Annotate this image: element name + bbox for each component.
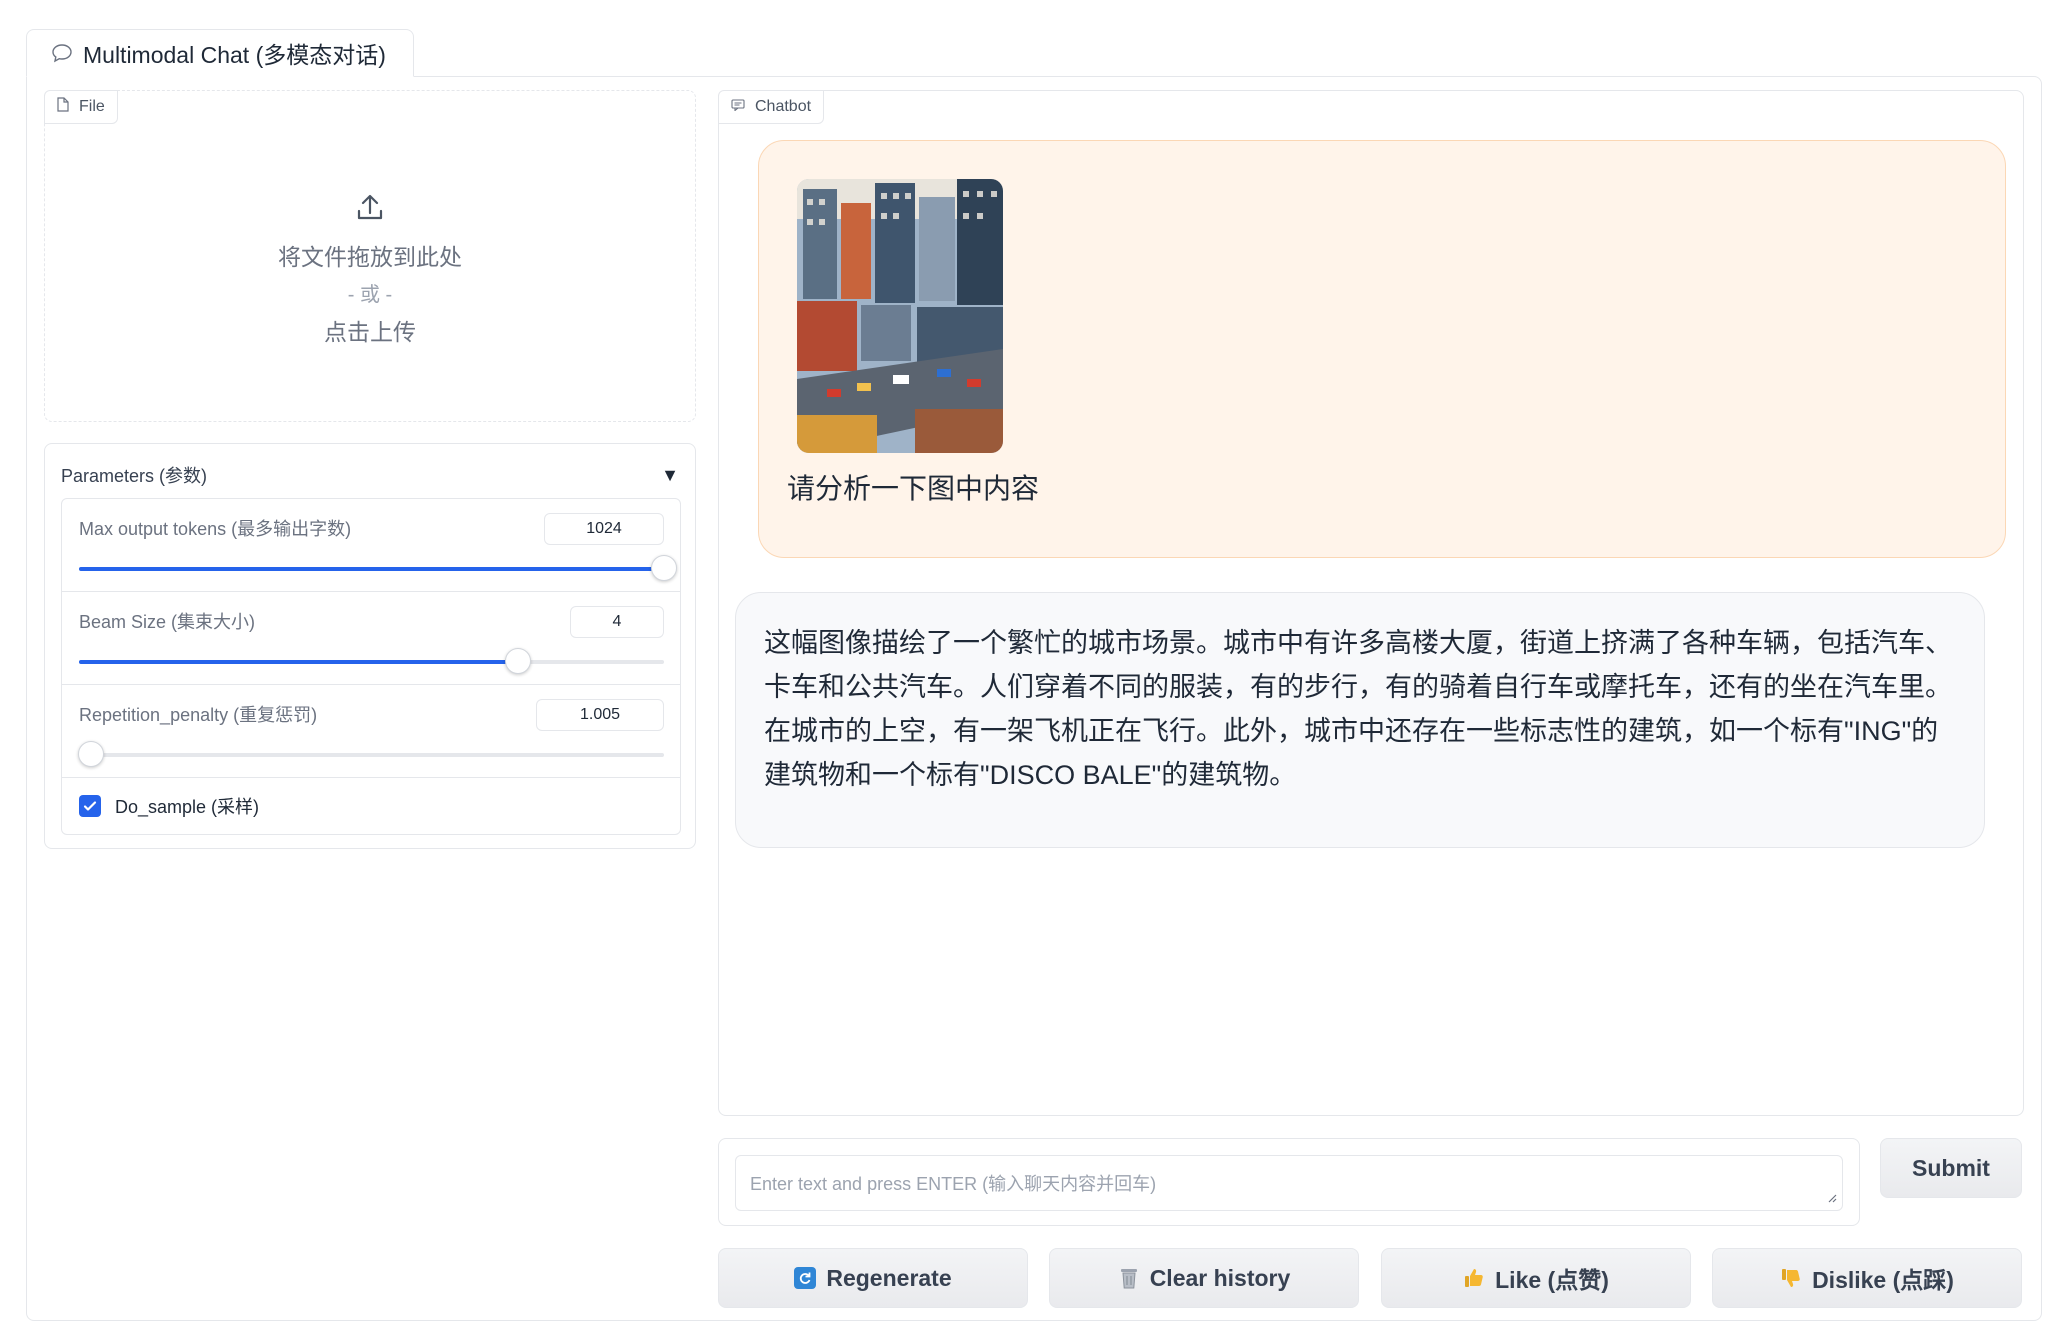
submit-button[interactable]: Submit: [1880, 1138, 2022, 1198]
chat-icon: [731, 98, 745, 116]
do-sample-checkbox[interactable]: [79, 795, 101, 817]
chat-bubble-icon: [51, 43, 73, 63]
max-tokens-number-input[interactable]: 1024: [544, 513, 664, 545]
file-block-label: File: [44, 90, 118, 124]
trash-icon: [1118, 1266, 1140, 1290]
clear-history-label: Clear history: [1149, 1264, 1291, 1291]
upload-icon: [354, 191, 386, 228]
click-upload-text: 点击上传: [324, 319, 416, 345]
dislike-button[interactable]: Dislike (点踩): [1712, 1248, 2022, 1308]
beam-size-slider-row: Beam Size (集束大小) 4: [62, 592, 680, 685]
thumbs-down-icon: [1780, 1267, 1802, 1289]
beam-size-number-input[interactable]: 4: [570, 606, 664, 638]
beam-size-slider-fill: [79, 660, 518, 664]
chatbot-label: Chatbot: [755, 98, 812, 115]
upload-prompt[interactable]: 将文件拖放到此处 - 或 - 点击上传: [45, 191, 695, 347]
max-tokens-slider-fill: [79, 567, 664, 571]
parameters-header[interactable]: Parameters (参数) ▼: [61, 460, 679, 490]
submit-label: Submit: [1912, 1154, 1990, 1181]
max-tokens-label: Max output tokens (最多输出字数): [79, 519, 352, 539]
drop-text: 将文件拖放到此处: [278, 244, 462, 270]
parameters-title: Parameters (参数): [61, 466, 208, 486]
dislike-label: Dislike (点踩): [1812, 1267, 1954, 1293]
max-tokens-slider-thumb[interactable]: [651, 555, 677, 581]
chat-input[interactable]: Enter text and press ENTER (输入聊天内容并回车): [735, 1155, 1843, 1211]
or-text: - 或 -: [347, 284, 393, 306]
tab-multimodal-chat[interactable]: Multimodal Chat (多模态对话): [26, 29, 414, 77]
beam-size-label: Beam Size (集束大小): [79, 612, 256, 632]
user-message: 请分析一下图中内容: [758, 140, 2006, 558]
like-label: Like (点赞): [1495, 1267, 1609, 1293]
user-uploaded-image[interactable]: [797, 179, 1003, 453]
regenerate-label: Regenerate: [826, 1264, 952, 1291]
city-illustration-graphic: [797, 179, 1003, 453]
bot-message: 这幅图像描绘了一个繁忙的城市场景。城市中有许多高楼大厦，街道上挤满了各种车辆，包…: [735, 592, 1985, 848]
max-tokens-slider[interactable]: [79, 555, 677, 581]
repetition-penalty-label: Repetition_penalty (重复惩罚): [79, 705, 318, 725]
file-label: File: [79, 98, 105, 115]
thumbs-up-icon: [1463, 1267, 1485, 1289]
max-tokens-slider-row: Max output tokens (最多输出字数) 1024: [62, 499, 680, 592]
beam-size-slider-thumb[interactable]: [504, 648, 531, 674]
do-sample-row: Do_sample (采样): [62, 778, 680, 834]
file-upload-dropzone[interactable]: 将文件拖放到此处 - 或 - 点击上传: [44, 90, 696, 422]
repetition-penalty-slider[interactable]: [77, 741, 664, 767]
chatbot-block-label: Chatbot: [718, 90, 825, 124]
parameters-group: Max output tokens (最多输出字数) 1024 Beam Siz…: [61, 498, 681, 835]
beam-size-slider[interactable]: [79, 648, 664, 674]
like-button[interactable]: Like (点赞): [1381, 1248, 1691, 1308]
do-sample-label: Do_sample (采样): [115, 797, 260, 817]
regenerate-button[interactable]: Regenerate: [718, 1248, 1028, 1308]
user-message-text: 请分析一下图中内容: [787, 473, 1040, 504]
tab-label: Multimodal Chat (多模态对话): [83, 42, 386, 68]
repetition-penalty-slider-thumb[interactable]: [77, 741, 104, 767]
refresh-icon: [794, 1267, 817, 1289]
repetition-penalty-number-input[interactable]: 1.005: [536, 699, 664, 731]
input-container: Enter text and press ENTER (输入聊天内容并回车): [718, 1138, 1860, 1226]
file-icon: [57, 97, 69, 117]
collapse-caret-icon[interactable]: ▼: [661, 465, 679, 486]
parameters-accordion: Parameters (参数) ▼ Max output tokens (最多输…: [44, 443, 696, 849]
repetition-penalty-slider-row: Repetition_penalty (重复惩罚) 1.005: [62, 685, 680, 778]
clear-history-button[interactable]: Clear history: [1049, 1248, 1359, 1308]
resize-grip-icon[interactable]: [1827, 1193, 1837, 1203]
